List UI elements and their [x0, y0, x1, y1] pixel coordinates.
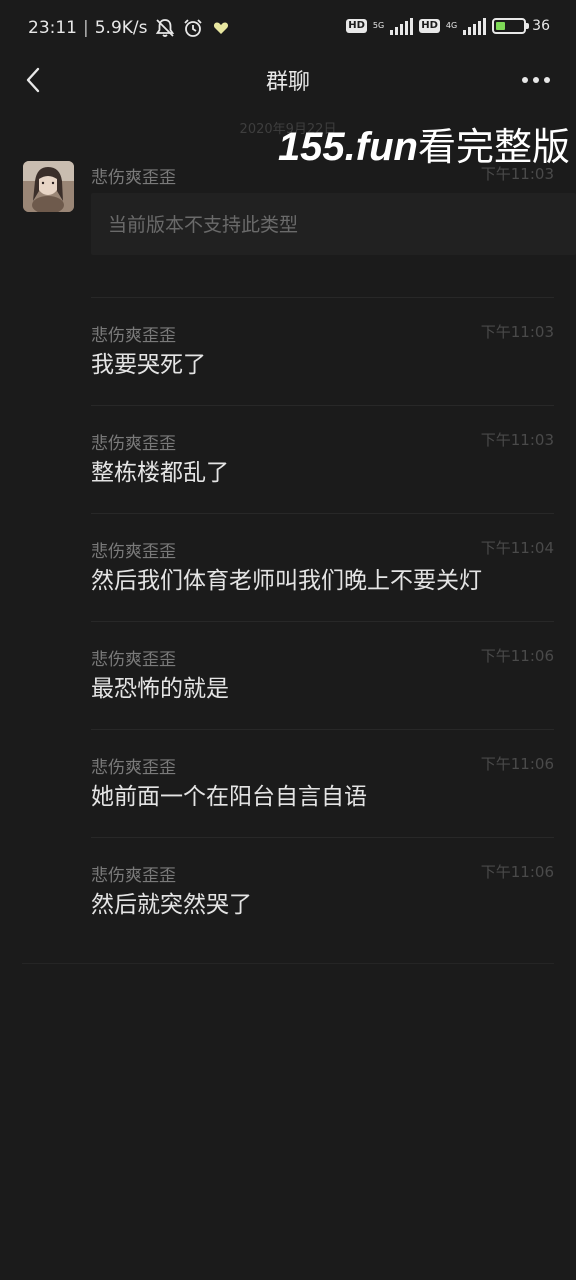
alarm-icon	[182, 17, 204, 39]
message-item[interactable]: 悲伤爽歪歪 下午11:06 最恐怖的就是	[91, 645, 554, 730]
divider	[91, 297, 554, 298]
hd-badge: HD	[346, 19, 367, 33]
sender-name: 悲伤爽歪歪	[91, 650, 176, 670]
message-text: 然后就突然哭了	[91, 892, 252, 918]
sender-name: 悲伤爽歪歪	[91, 866, 176, 886]
signal-icon	[463, 17, 487, 35]
message-item[interactable]: 悲伤爽歪歪 下午11:03 整栋楼都乱了	[91, 429, 554, 514]
message-time: 下午11:06	[480, 863, 554, 881]
message-time: 下午11:06	[480, 755, 554, 773]
sender-name: 悲伤爽歪歪	[91, 542, 176, 562]
divider	[91, 729, 554, 730]
avatar-image	[23, 161, 74, 212]
message-text: 我要哭死了	[91, 352, 206, 378]
message-text: 整栋楼都乱了	[91, 460, 229, 486]
message-time: 下午11:06	[480, 647, 554, 665]
battery-icon	[492, 18, 530, 34]
message-text: 最恐怖的就是	[91, 676, 229, 702]
message-time: 下午11:03	[480, 431, 554, 449]
message-item[interactable]: 悲伤爽歪歪 下午11:06 然后就突然哭了	[91, 861, 554, 945]
bottom-divider	[22, 963, 554, 964]
battery-percent: 36	[532, 18, 550, 34]
sender-name: 悲伤爽歪歪	[91, 758, 176, 778]
network-type: 5G	[372, 21, 385, 30]
message-time: 下午11:03	[480, 323, 554, 341]
battery-fill	[496, 22, 506, 30]
divider	[91, 621, 554, 622]
status-time: 23:11	[28, 18, 77, 38]
network-type: 4G	[445, 21, 458, 30]
divider	[91, 405, 554, 406]
message-item[interactable]: 悲伤爽歪歪 下午11:03 当前版本不支持此类型	[91, 163, 576, 298]
net-speed: 5.9K/s	[94, 18, 148, 38]
status-right: HD 5G HD 4G 36	[346, 17, 550, 35]
sender-name: 悲伤爽歪歪	[91, 326, 176, 346]
message-time: 下午11:04	[480, 539, 554, 557]
more-dots-icon	[522, 77, 550, 83]
avatar[interactable]	[23, 161, 74, 212]
nav-bar: 群聊	[0, 56, 576, 104]
heart-icon	[210, 17, 232, 39]
status-bar: 23:11 | 5.9K/s HD 5G HD 4G 36	[0, 0, 576, 56]
message-item[interactable]: 悲伤爽歪歪 下午11:06 她前面一个在阳台自言自语	[91, 753, 554, 838]
message-item[interactable]: 悲伤爽歪歪 下午11:04 然后我们体育老师叫我们晚上不要关灯	[91, 537, 554, 622]
status-left: 23:11 | 5.9K/s	[28, 17, 232, 39]
hd-badge: HD	[419, 19, 440, 33]
bell-off-icon	[154, 17, 176, 39]
message-text: 然后我们体育老师叫我们晚上不要关灯	[91, 568, 482, 594]
more-button[interactable]	[516, 60, 556, 100]
unsupported-message-text: 当前版本不支持此类型	[108, 214, 299, 236]
sender-name: 悲伤爽歪歪	[91, 168, 176, 188]
signal-icon	[390, 17, 414, 35]
message-item[interactable]: 悲伤爽歪歪 下午11:03 我要哭死了	[91, 321, 554, 406]
divider	[91, 513, 554, 514]
unsupported-message-box[interactable]: 当前版本不支持此类型	[91, 193, 576, 255]
divider	[91, 837, 554, 838]
status-separator: |	[83, 18, 89, 38]
message-text: 她前面一个在阳台自言自语	[91, 784, 367, 810]
page-title: 群聊	[265, 70, 310, 95]
sender-name: 悲伤爽歪歪	[91, 434, 176, 454]
message-time: 下午11:03	[480, 165, 554, 183]
